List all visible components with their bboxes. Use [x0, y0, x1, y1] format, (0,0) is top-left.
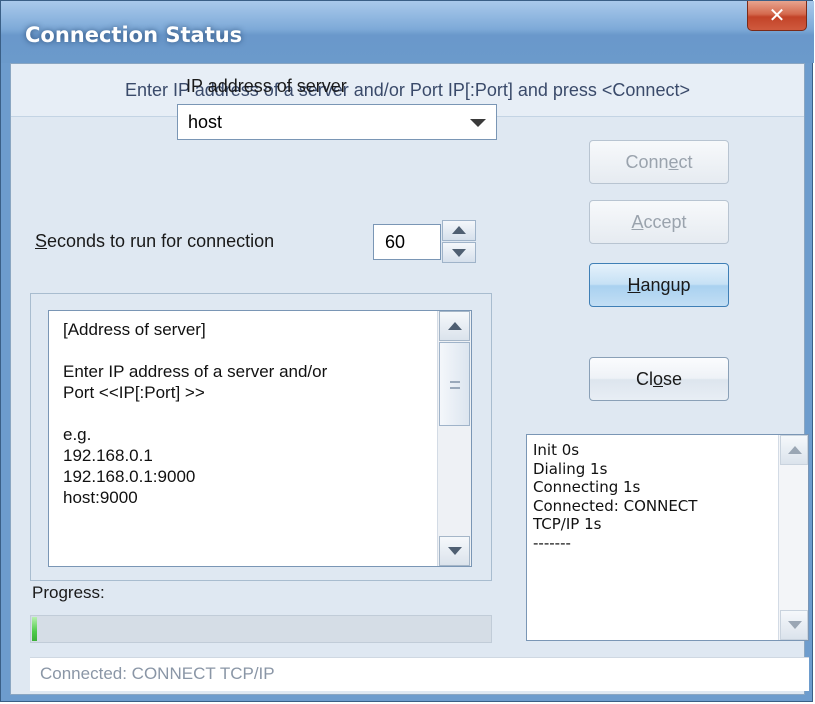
help-scrollbar[interactable] [437, 311, 471, 566]
log-scroll-up-button[interactable] [780, 435, 808, 465]
thumb-grip-icon [450, 387, 460, 389]
log-scrollbar[interactable] [778, 435, 808, 640]
help-text-line: [Address of server] [63, 320, 206, 339]
log-line: Dialing 1s [533, 459, 608, 478]
help-text-line [63, 403, 433, 424]
close-window-button[interactable]: ✕ [747, 1, 807, 31]
log-line: Connecting 1s [533, 478, 641, 496]
progress-bar [30, 615, 492, 643]
scroll-up-arrow-icon [448, 322, 462, 330]
connect-button[interactable]: Connect [589, 140, 729, 184]
progress-label: Progress: [32, 583, 105, 602]
scroll-down-button[interactable] [439, 536, 470, 566]
help-text-line: 192.168.0.1:9000 [63, 467, 196, 486]
spin-up-button[interactable] [442, 220, 476, 241]
log-scroll-down-button[interactable] [780, 610, 808, 640]
progress-fill [32, 617, 37, 641]
help-text-line: Port <<IP[:Port] >> [63, 383, 205, 402]
log-line: Connected: CONNECT [533, 496, 698, 515]
scroll-up-button[interactable] [439, 311, 470, 341]
help-text-lines: [Address of server] Enter IP address of a… [63, 319, 433, 508]
help-text-line: host:9000 [63, 488, 138, 507]
title-bar[interactable]: Connection Status ✕ [1, 1, 814, 63]
accept-button[interactable]: Accept [589, 200, 729, 244]
seconds-input[interactable]: 60 [373, 224, 441, 260]
window-title: Connection Status [25, 23, 243, 47]
help-text-line: 192.168.0.1 [63, 446, 153, 465]
connection-status-dialog: Connection Status ✕ Enter IP address of … [0, 0, 814, 702]
log-line: Init 0s [533, 441, 580, 459]
ip-address-value: host [188, 112, 223, 132]
connection-log[interactable]: Init 0s Dialing 1s Connecting 1s Connected:… [526, 434, 809, 641]
hangup-button[interactable]: Hangup [589, 263, 729, 307]
spin-down-button[interactable] [442, 242, 476, 263]
close-x-icon: ✕ [768, 3, 786, 27]
help-text-box[interactable]: [Address of server] Enter IP address of a… [48, 310, 472, 567]
ip-address-label: IP address of server [186, 76, 347, 96]
seconds-label: Seconds to run for connection [35, 231, 275, 251]
thumb-grip-icon [450, 381, 460, 383]
help-text-line: Enter IP address of a server and/or [63, 362, 328, 381]
scroll-down-arrow-icon [788, 621, 802, 629]
spin-up-arrow-icon [452, 226, 466, 234]
scroll-up-arrow-icon [788, 446, 802, 454]
spin-down-arrow-icon [452, 249, 466, 257]
log-line: TCP/IP 1s [533, 515, 602, 533]
status-bar: Connected: CONNECT TCP/IP [30, 657, 809, 691]
log-line: ------- [533, 533, 571, 552]
chevron-down-icon[interactable] [470, 119, 486, 127]
scroll-thumb[interactable] [439, 342, 470, 426]
help-text-line [63, 340, 433, 361]
help-text-line: e.g. [63, 425, 92, 444]
ip-address-combobox[interactable]: host [177, 104, 497, 140]
scroll-down-arrow-icon [448, 547, 462, 555]
seconds-spinner [442, 220, 476, 264]
connection-log-lines: Init 0s Dialing 1s Connecting 1s Connected:… [533, 441, 773, 552]
close-button[interactable]: Close [589, 357, 729, 401]
